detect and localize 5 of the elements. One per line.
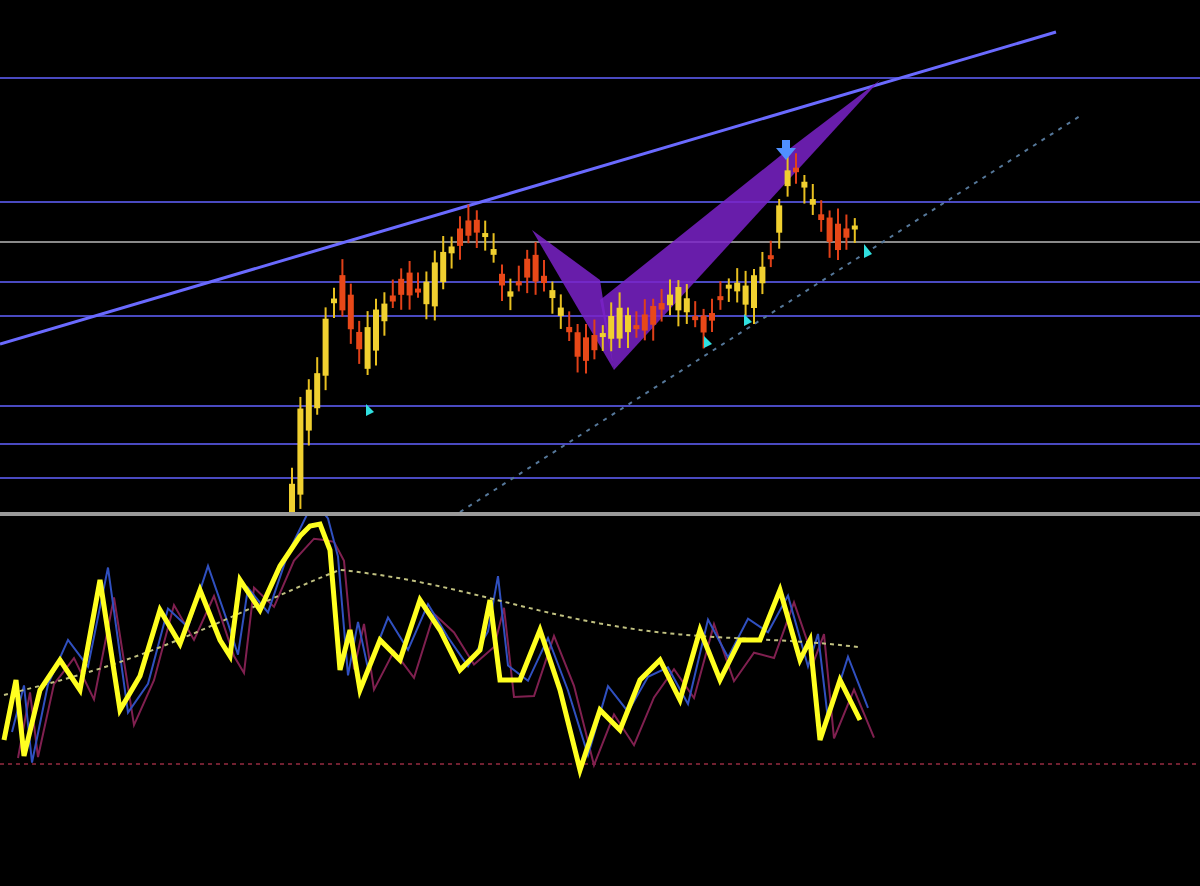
signal-arrow-icon [744,314,752,326]
down-arrow-icon [776,140,796,160]
signal-arrow-icon [864,244,872,258]
signal-arrow-icon [366,404,374,416]
signal-arrow-icon [704,336,712,348]
